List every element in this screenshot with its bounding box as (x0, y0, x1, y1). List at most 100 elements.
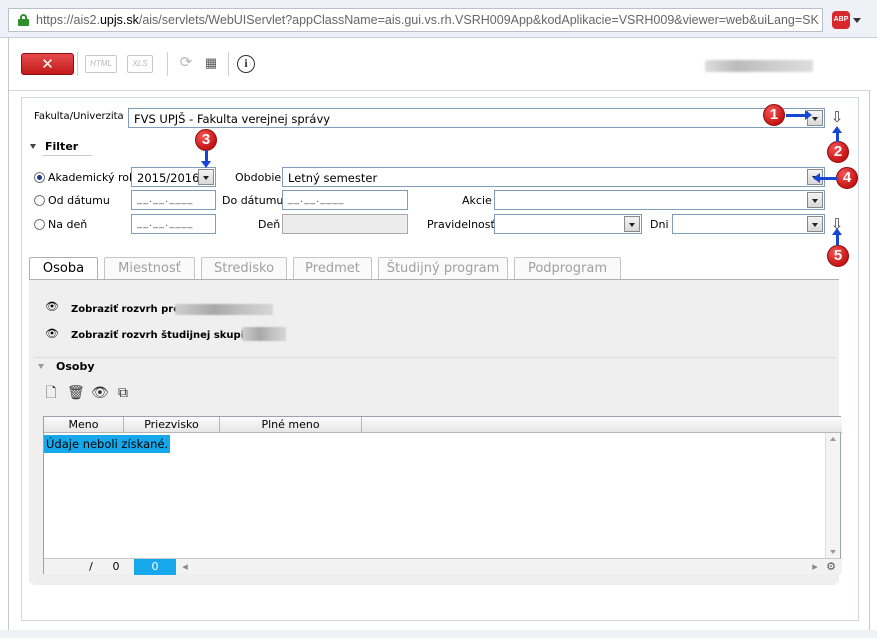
days-select[interactable] (672, 214, 825, 234)
period-value: Letný semester (288, 171, 378, 185)
annotation-badge-5: 5 (827, 245, 849, 267)
column-header-plne-meno[interactable]: Plné meno (220, 417, 362, 433)
on-day-radio[interactable] (34, 219, 45, 230)
url-field[interactable]: https://ais2.upjs.sk/ais/servlets/WebUIS… (8, 8, 823, 32)
from-date-radio[interactable] (34, 195, 45, 206)
annotation-badge-3: 3 (195, 129, 217, 151)
view-schedule-icon[interactable]: 👁 (45, 301, 59, 313)
annotation-badge-1: 1 (763, 104, 785, 126)
toolbar-divider (228, 52, 229, 76)
faculty-value: FVS UPJŠ - Fakulta verejnej správy (134, 112, 331, 126)
from-date-value: __.__.____ (137, 194, 194, 205)
chevron-down-icon[interactable] (807, 192, 823, 208)
toolbar-divider (167, 52, 168, 76)
academic-year-value: 2015/2016 (137, 171, 200, 185)
arrow-down-icon[interactable]: ⇩ (830, 108, 844, 126)
column-header-priezvisko[interactable]: Priezvisko (124, 417, 220, 433)
window-bottom-edge (0, 630, 877, 638)
scroll-left-icon[interactable]: ◂ (180, 559, 190, 575)
days-label: Dni (650, 218, 669, 231)
blurred-group-name (242, 327, 286, 341)
osoby-title: Osoby (56, 360, 95, 373)
toolbar-divider (9, 90, 871, 91)
footer-selected-count: 0 (134, 559, 176, 575)
view-schedule-icon[interactable]: 👁 (91, 385, 109, 401)
from-date-input[interactable]: __.__.____ (131, 190, 216, 210)
osoby-table: Meno Priezvisko Plné meno Údaje neboli z… (43, 416, 842, 575)
chevron-down-icon[interactable] (198, 169, 214, 185)
annotation-arrow-3 (201, 150, 211, 168)
period-select[interactable]: Letný semester (282, 167, 825, 187)
show-group-schedule-link[interactable]: Zobraziť rozvrh študijnej skupiny (71, 330, 258, 341)
scroll-down-icon[interactable] (830, 550, 836, 554)
new-document-icon[interactable]: 🗋 (43, 385, 59, 401)
close-button[interactable]: ✕ (21, 53, 74, 75)
period-label: Obdobie (235, 171, 282, 184)
academic-year-radio[interactable] (34, 172, 45, 183)
footer-slash: / (89, 560, 93, 573)
trash-icon[interactable]: 🗑 (67, 385, 85, 401)
adblock-menu-chevron-icon[interactable] (853, 18, 861, 23)
annotation-badge-2: 2 (827, 141, 849, 163)
academic-year-label: Akademický rok (48, 171, 136, 184)
export-xls-icon[interactable]: XLS (127, 55, 153, 73)
day-input (282, 214, 408, 234)
refresh-icon[interactable]: ⟳ (177, 55, 195, 73)
action-label: Akcie (462, 194, 492, 207)
annotation-arrow-1 (786, 110, 812, 120)
gear-icon[interactable]: ⚙ (824, 559, 838, 575)
toolbar: ✕ HTML XLS ⟳ ▦ i (9, 38, 871, 90)
academic-year-select[interactable]: 2015/2016 (131, 167, 216, 187)
tab-podprogram[interactable]: Podprogram (514, 257, 621, 279)
to-date-input[interactable]: __.__.____ (282, 190, 408, 210)
collapse-triangle-icon[interactable] (30, 144, 36, 149)
regularity-label: Pravidelnosť (427, 218, 495, 231)
tab-predmet[interactable]: Predmet (293, 257, 372, 279)
table-footer: / 0 0 ◂ ▸ ⚙ (44, 558, 842, 575)
grid-icon[interactable]: ▦ (203, 55, 219, 73)
to-date-label: Do dátumu (222, 194, 284, 207)
lock-icon (18, 14, 29, 26)
annotation-arrow-4 (813, 173, 837, 183)
url-text[interactable]: https://ais2.upjs.sk/ais/servlets/WebUIS… (36, 13, 819, 27)
show-schedule-for-link[interactable]: Zobraziť rozvrh pre (71, 304, 180, 315)
osoby-actions: 🗋 🗑 👁 ⧉ (43, 385, 143, 401)
to-date-value: __.__.____ (288, 194, 345, 205)
tab-osoba[interactable]: Osoba (29, 257, 98, 280)
view-group-schedule-icon[interactable]: 👁 (45, 328, 59, 340)
scroll-right-icon[interactable]: ▸ (810, 559, 820, 575)
on-day-label: Na deň (48, 218, 88, 231)
action-select[interactable] (494, 190, 825, 210)
empty-message: Údaje neboli získané. (44, 435, 171, 453)
chevron-down-icon[interactable] (624, 216, 640, 232)
annotation-arrow-2 (832, 126, 842, 142)
regularity-select[interactable] (494, 214, 642, 234)
faculty-label: Fakulta/Univerzita (34, 111, 124, 122)
scroll-up-icon[interactable] (830, 437, 836, 441)
app-window: ✕ HTML XLS ⟳ ▦ i Fakulta/Univerzita FVS … (8, 38, 871, 630)
tab-studijny-program[interactable]: Študijný program (378, 257, 508, 279)
on-day-input[interactable]: __.__.____ (131, 214, 216, 234)
column-header-meno[interactable]: Meno (44, 417, 124, 433)
adblock-icon[interactable]: ABP (832, 11, 850, 29)
filter-underline (42, 155, 92, 156)
user-name-blurred (705, 60, 813, 72)
faculty-select[interactable]: FVS UPJŠ - Fakulta verejnej správy (128, 108, 825, 128)
chevron-down-icon[interactable] (807, 216, 823, 232)
filter-title: Filter (45, 140, 79, 153)
annotation-arrow-5 (832, 228, 842, 245)
tab-miestnost[interactable]: Miestnosť (104, 257, 195, 279)
day-label: Deň (258, 218, 281, 231)
table-header: Meno Priezvisko Plné meno (44, 417, 842, 433)
on-day-value: __.__.____ (137, 218, 194, 229)
vertical-scrollbar[interactable] (825, 433, 840, 558)
collapse-triangle-icon[interactable] (38, 364, 44, 369)
toolbar-divider (77, 52, 78, 76)
export-html-icon[interactable]: HTML (85, 55, 117, 73)
from-date-label: Od dátumu (48, 194, 110, 207)
tab-stredisko[interactable]: Stredisko (201, 257, 287, 279)
browser-url-bar: https://ais2.upjs.sk/ais/servlets/WebUIS… (0, 0, 877, 38)
footer-total-count: 0 (112, 560, 120, 573)
info-icon[interactable]: i (237, 55, 255, 73)
copy-icon[interactable]: ⧉ (115, 385, 131, 401)
